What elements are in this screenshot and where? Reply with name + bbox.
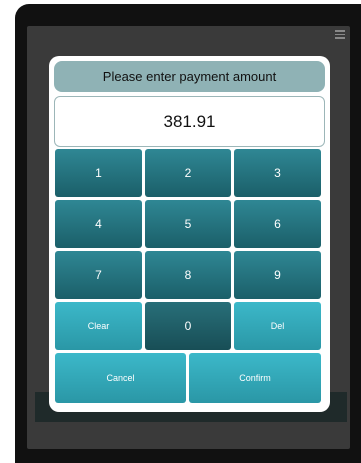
key-4[interactable]: 4 <box>55 200 142 248</box>
amount-display: 381.91 <box>54 96 325 147</box>
key-3[interactable]: 3 <box>234 149 321 197</box>
payment-dialog: Please enter payment amount 381.91 1 2 3… <box>49 56 330 412</box>
key-8[interactable]: 8 <box>145 251 231 299</box>
menu-icon[interactable] <box>335 30 345 40</box>
key-2[interactable]: 2 <box>145 149 231 197</box>
confirm-button[interactable]: Confirm <box>189 353 321 403</box>
delete-button[interactable]: Del <box>234 302 321 350</box>
key-7[interactable]: 7 <box>55 251 142 299</box>
dialog-title: Please enter payment amount <box>54 61 325 92</box>
key-9[interactable]: 9 <box>234 251 321 299</box>
key-0[interactable]: 0 <box>145 302 231 350</box>
key-6[interactable]: 6 <box>234 200 321 248</box>
key-5[interactable]: 5 <box>145 200 231 248</box>
cancel-button[interactable]: Cancel <box>55 353 186 403</box>
clear-button[interactable]: Clear <box>55 302 142 350</box>
key-1[interactable]: 1 <box>55 149 142 197</box>
